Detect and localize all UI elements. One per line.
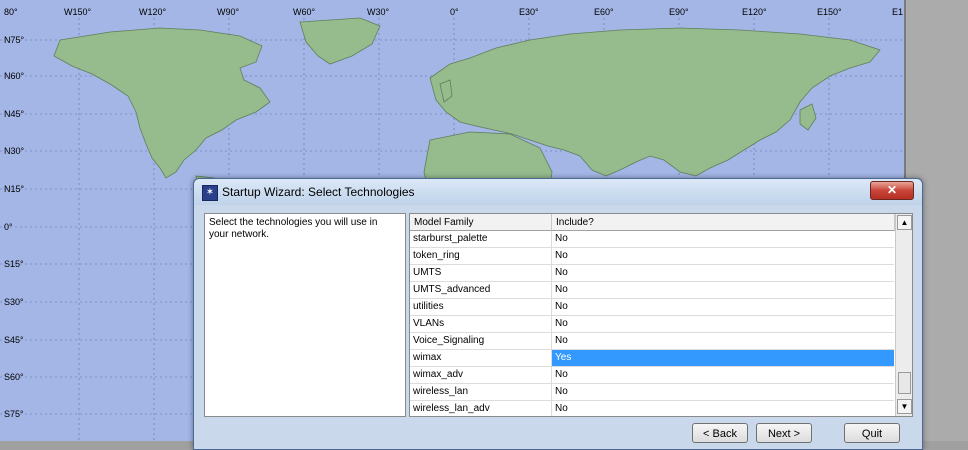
longitude-label: E90° — [669, 7, 689, 17]
longitude-label: W30° — [367, 7, 390, 17]
longitude-label: E120° — [742, 7, 767, 17]
include-cell[interactable]: No — [552, 299, 894, 315]
longitude-label: 80° — [4, 7, 18, 17]
model-family-cell: utilities — [410, 299, 552, 315]
include-cell[interactable]: No — [552, 316, 894, 332]
scroll-thumb[interactable] — [898, 372, 911, 394]
longitude-label: W90° — [217, 7, 240, 17]
include-cell[interactable]: No — [552, 265, 894, 281]
include-cell[interactable]: No — [552, 282, 894, 298]
include-cell[interactable]: No — [552, 248, 894, 264]
latitude-label: N75° — [4, 35, 25, 45]
include-cell[interactable]: No — [552, 384, 894, 400]
model-family-cell: Voice_Signaling — [410, 333, 552, 349]
technology-table: Model Family Include? starburst_palette N… — [409, 213, 913, 417]
close-icon: ✕ — [886, 183, 898, 197]
scroll-up-icon[interactable]: ▲ — [897, 215, 912, 230]
latitude-label: S75° — [4, 409, 24, 419]
back-button[interactable]: < Back — [692, 423, 748, 443]
longitude-label: W60° — [293, 7, 316, 17]
longitude-label: W150° — [64, 7, 92, 17]
description-pane: Select the technologies you will use in … — [204, 213, 406, 417]
longitude-label: 0° — [450, 7, 459, 17]
scroll-down-icon[interactable]: ▼ — [897, 399, 912, 414]
model-family-cell: UMTS — [410, 265, 552, 281]
model-family-cell: starburst_palette — [410, 231, 552, 247]
longitude-label: E150° — [817, 7, 842, 17]
include-cell[interactable]: No — [552, 367, 894, 383]
include-cell[interactable]: Yes — [552, 350, 894, 366]
description-text: Select the technologies you will use in … — [209, 217, 378, 240]
quit-button[interactable]: Quit — [844, 423, 900, 443]
table-row[interactable]: utilities No — [410, 299, 894, 316]
column-header-model-family[interactable]: Model Family — [410, 214, 552, 231]
model-family-cell: wimax_adv — [410, 367, 552, 383]
next-button[interactable]: Next > — [756, 423, 812, 443]
longitude-label: W120° — [139, 7, 167, 17]
longitude-label: E30° — [519, 7, 539, 17]
app-icon: ✶ — [202, 185, 218, 201]
table-row[interactable]: wimax_adv No — [410, 367, 894, 384]
table-row-selected[interactable]: wimax Yes — [410, 350, 894, 367]
table-row[interactable]: UMTS_advanced No — [410, 282, 894, 299]
column-header-include[interactable]: Include? — [552, 214, 895, 231]
include-cell[interactable]: No — [552, 401, 894, 416]
model-family-cell: UMTS_advanced — [410, 282, 552, 298]
latitude-label: N30° — [4, 146, 25, 156]
table-row[interactable]: VLANs No — [410, 316, 894, 333]
model-family-cell: wimax — [410, 350, 552, 366]
latitude-label: S15° — [4, 259, 24, 269]
table-row[interactable]: token_ring No — [410, 248, 894, 265]
table-row[interactable]: starburst_palette No — [410, 231, 894, 248]
latitude-label: S60° — [4, 372, 24, 382]
model-family-cell: VLANs — [410, 316, 552, 332]
latitude-label: N45° — [4, 109, 25, 119]
longitude-label: E1 — [892, 7, 904, 17]
latitude-label: S30° — [4, 297, 24, 307]
vertical-scrollbar[interactable]: ▲ ▼ — [895, 214, 912, 416]
table-row[interactable]: UMTS No — [410, 265, 894, 282]
dialog-title: Startup Wizard: Select Technologies — [222, 185, 415, 199]
latitude-label: 0° — [4, 222, 13, 232]
latitude-label: N15° — [4, 184, 25, 194]
close-button[interactable]: ✕ — [870, 181, 914, 200]
dialog-titlebar[interactable]: ✶ Startup Wizard: Select Technologies ✕ — [194, 179, 922, 205]
latitude-label: N60° — [4, 71, 25, 81]
table-row[interactable]: wireless_lan No — [410, 384, 894, 401]
longitude-label: E60° — [594, 7, 614, 17]
startup-wizard-dialog: ✶ Startup Wizard: Select Technologies ✕ … — [193, 178, 923, 450]
include-cell[interactable]: No — [552, 333, 894, 349]
model-family-cell: token_ring — [410, 248, 552, 264]
table-row[interactable]: Voice_Signaling No — [410, 333, 894, 350]
table-row[interactable]: wireless_lan_adv No — [410, 401, 894, 416]
include-cell[interactable]: No — [552, 231, 894, 247]
model-family-cell: wireless_lan — [410, 384, 552, 400]
latitude-label: S45° — [4, 335, 24, 345]
model-family-cell: wireless_lan_adv — [410, 401, 552, 416]
